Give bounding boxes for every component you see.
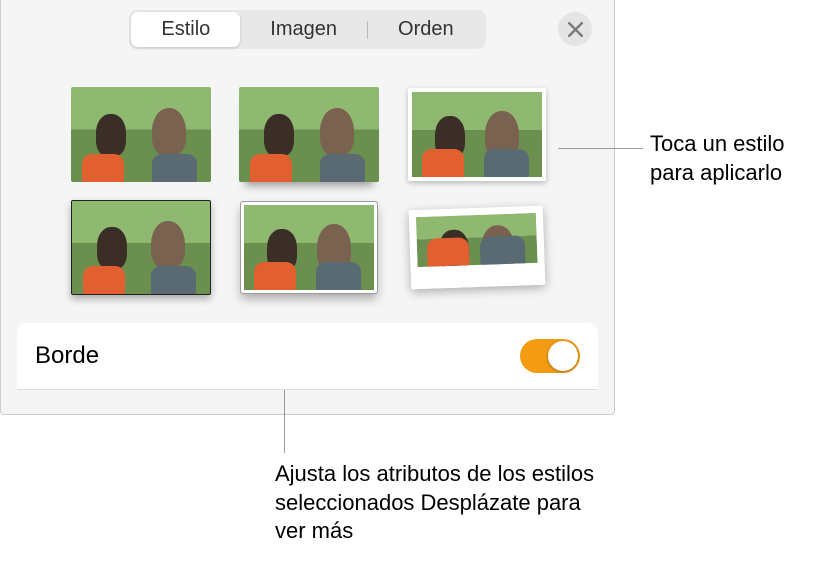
tab-order[interactable]: Orden [368,12,484,47]
border-row: Borde [17,323,598,389]
border-toggle[interactable] [520,339,580,373]
thumbnail-image [71,87,211,182]
tab-image[interactable]: Imagen [240,12,367,47]
close-button[interactable] [558,12,592,46]
thumbnail-image [239,87,379,182]
thumbnail-image [71,200,211,295]
close-icon [568,22,583,37]
format-panel: Estilo Imagen Orden Borde [0,0,615,415]
callout-leader-line [284,390,285,453]
thumbnail-image [409,206,546,290]
callout-apply-style: Toca un estilo para aplicarlo [650,130,810,187]
style-preset-3[interactable] [407,87,547,182]
thumbnail-image [408,88,546,181]
row-divider [17,389,598,390]
border-label: Borde [35,342,99,370]
style-preset-5[interactable] [239,200,379,295]
callout-leader-line [558,148,643,149]
tabs-bar: Estilo Imagen Orden [1,0,614,49]
style-preset-2[interactable] [239,87,379,182]
segmented-tabs: Estilo Imagen Orden [129,10,485,49]
style-preset-4[interactable] [71,200,211,295]
tab-style[interactable]: Estilo [131,12,240,47]
style-preset-6[interactable] [405,198,548,298]
styles-grid [1,49,614,315]
thumbnail-image [241,202,377,293]
callout-adjust-attributes: Ajusta los atributos de los estilos sele… [275,460,605,546]
toggle-knob [548,341,578,371]
style-preset-1[interactable] [71,87,211,182]
